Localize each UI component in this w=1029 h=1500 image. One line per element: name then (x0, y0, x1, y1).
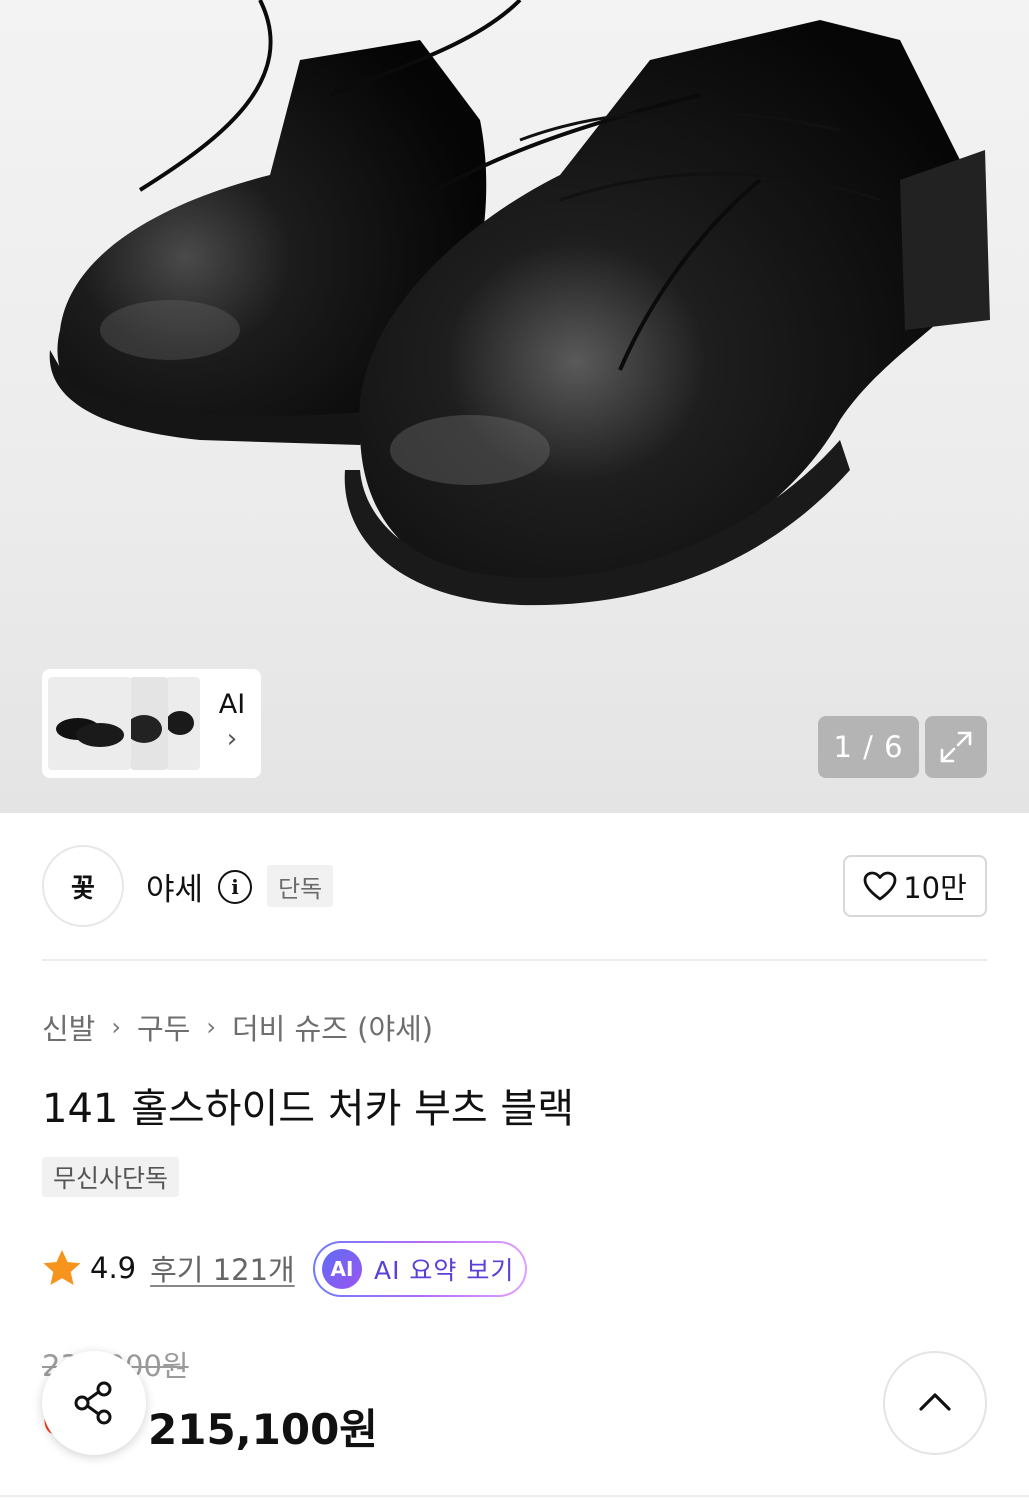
breadcrumb-item-shoes[interactable]: 신발 (42, 1006, 95, 1048)
chevron-right-icon: › (226, 724, 238, 754)
reviews-link[interactable]: 후기 121개 (150, 1247, 295, 1289)
ai-more-label: AI (218, 689, 246, 720)
ai-more-button[interactable]: AI › (212, 689, 252, 754)
share-button[interactable] (42, 1351, 146, 1455)
thumbnail-3[interactable] (166, 677, 200, 770)
breadcrumb-item-dress-shoes[interactable]: 구두 (137, 1006, 190, 1048)
sale-price: 215,100원 (148, 1405, 378, 1454)
image-counter: 1 / 6 (818, 716, 919, 778)
breadcrumb-separator-icon: › (111, 1013, 121, 1041)
chevron-up-icon (919, 1393, 951, 1411)
brand-logo[interactable]: 꽃 (42, 845, 124, 927)
exclusive-tag: 무신사단독 (42, 1157, 180, 1197)
rating-row: 4.9 후기 121개 (42, 1242, 295, 1294)
heart-icon (863, 871, 897, 901)
like-count: 10만 (903, 871, 967, 905)
rating-value: 4.9 (90, 1251, 137, 1285)
breadcrumb-separator-icon: › (206, 1013, 216, 1041)
divider (0, 1495, 1029, 1497)
expand-icon (940, 731, 972, 763)
divider (42, 959, 987, 961)
thumbnail-strip[interactable]: AI › (42, 669, 261, 778)
ai-summary-button[interactable]: AI AI 요약 보기 (313, 1241, 527, 1297)
thumbnail-1[interactable] (48, 677, 131, 770)
product-image-gallery[interactable]: AI › 1 / 6 (0, 0, 1029, 813)
scroll-top-button[interactable] (883, 1351, 987, 1455)
share-icon (74, 1381, 112, 1425)
ai-icon: AI (322, 1249, 362, 1289)
star-icon (43, 1250, 81, 1285)
brand-logo-text: 꽃 (71, 873, 95, 904)
exclusive-badge: 단독 (267, 865, 334, 907)
ai-summary-label: AI 요약 보기 (374, 1256, 515, 1285)
expand-button[interactable] (925, 716, 987, 778)
breadcrumb-item-derby[interactable]: 더비 슈즈 (야세) (232, 1006, 433, 1048)
breadcrumb: 신발 › 구두 › 더비 슈즈 (야세) (42, 1006, 433, 1048)
thumbnail-2[interactable] (130, 677, 168, 770)
brand-name[interactable]: 야세 (146, 864, 203, 909)
info-icon[interactable]: i (218, 870, 252, 904)
product-title: 141 홀스하이드 처카 부츠 블랙 (42, 1086, 575, 1132)
like-button[interactable]: 10만 (843, 855, 987, 917)
